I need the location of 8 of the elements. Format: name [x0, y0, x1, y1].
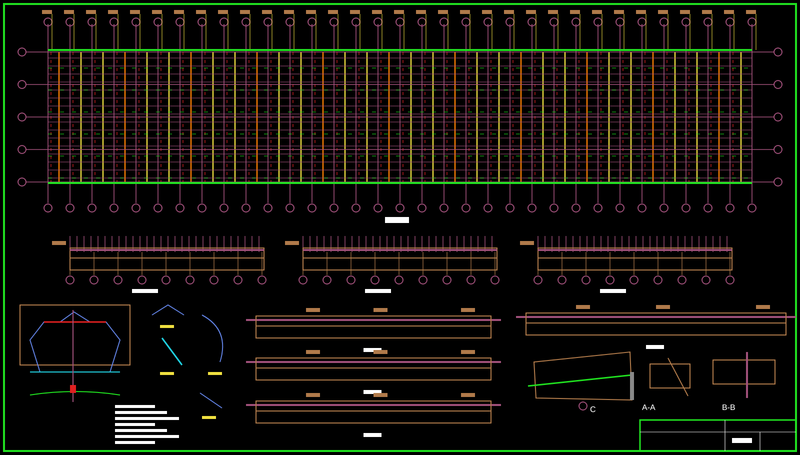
detail-marker: C — [590, 405, 596, 414]
section-view-drawing — [650, 358, 690, 396]
detail-marker-circle — [578, 402, 588, 410]
plan-title — [385, 217, 409, 223]
section-label: B-B — [722, 403, 736, 412]
section-label: A-A — [642, 403, 656, 412]
notes-drawing — [115, 405, 179, 444]
section-view-drawing — [712, 352, 776, 398]
